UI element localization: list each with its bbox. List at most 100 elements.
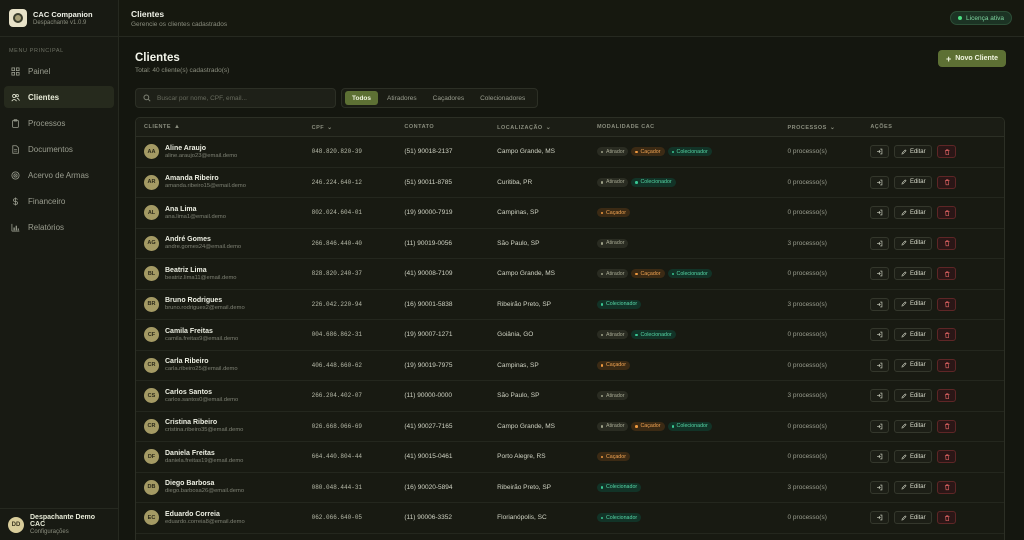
login-icon-button[interactable] bbox=[870, 267, 890, 281]
location-cell: Campinas, SP bbox=[497, 361, 539, 369]
modality-cell: Atirador bbox=[596, 238, 788, 248]
new-client-button[interactable]: + Novo Cliente bbox=[937, 50, 1006, 67]
login-icon-button[interactable] bbox=[870, 236, 890, 250]
settings-link[interactable]: Configurações bbox=[30, 529, 111, 535]
table-row[interactable]: DB Diego Barbosa diego.barbosa26@email.dem… bbox=[136, 473, 1004, 503]
sidebar-item-acervo-de-armas[interactable]: Acervo de Armas bbox=[4, 164, 114, 186]
edit-button[interactable]: Editar bbox=[894, 480, 933, 494]
delete-button[interactable] bbox=[937, 480, 957, 494]
login-icon-button[interactable] bbox=[870, 145, 890, 159]
edit-button[interactable]: Editar bbox=[894, 328, 933, 342]
sidebar-item-clientes[interactable]: Clientes bbox=[4, 86, 114, 108]
status-dot-icon bbox=[600, 333, 604, 336]
delete-button[interactable] bbox=[937, 358, 957, 372]
edit-button[interactable]: Editar bbox=[894, 175, 933, 189]
processes-cell: 3 processo(s) bbox=[787, 300, 827, 308]
edit-button[interactable]: Editar bbox=[894, 419, 933, 433]
login-icon-button[interactable] bbox=[870, 419, 890, 433]
delete-button[interactable] bbox=[937, 145, 957, 159]
table-row[interactable]: AG André Gomes andre.gomes24@email.demo 266… bbox=[136, 229, 1004, 259]
delete-button[interactable] bbox=[937, 511, 957, 525]
delete-button[interactable] bbox=[937, 297, 957, 311]
table-row[interactable]: CS Carlos Santos carlos.santos0@email.demo… bbox=[136, 381, 1004, 412]
pencil-icon bbox=[901, 484, 907, 490]
sidebar-item-label: Clientes bbox=[28, 92, 60, 102]
filter-colecionadores[interactable]: Colecionadores bbox=[473, 91, 532, 105]
login-icon-button[interactable] bbox=[870, 297, 890, 311]
delete-button[interactable] bbox=[937, 389, 957, 403]
table-row[interactable]: CR Carla Ribeiro carla.ribeiro25@email.dem… bbox=[136, 351, 1004, 381]
edit-button[interactable]: Editar bbox=[894, 206, 933, 220]
header-cpf[interactable]: CPF ⌄ bbox=[312, 124, 405, 131]
edit-button[interactable]: Editar bbox=[894, 145, 933, 159]
login-icon-button[interactable] bbox=[870, 206, 890, 220]
pencil-icon bbox=[901, 423, 907, 429]
login-icon-button[interactable] bbox=[870, 389, 890, 403]
client-cell: CS Carlos Santos carlos.santos0@email.demo bbox=[136, 388, 312, 404]
table-row[interactable]: AL Ana Lima ana.lima1@email.demo 802.024.60… bbox=[136, 198, 1004, 229]
login-icon-button[interactable] bbox=[870, 328, 890, 342]
client-name: Carla Ribeiro bbox=[165, 358, 209, 366]
edit-label: Editar bbox=[909, 514, 926, 521]
badge-label: Atirador bbox=[605, 240, 625, 247]
delete-button[interactable] bbox=[937, 267, 957, 281]
table-row[interactable]: BL Beatriz Lima beatriz.lima11@email.demo 8… bbox=[136, 259, 1004, 290]
edit-button[interactable]: Editar bbox=[894, 389, 933, 403]
pencil-icon bbox=[901, 240, 907, 246]
edit-button[interactable]: Editar bbox=[894, 511, 933, 525]
login-icon-button[interactable] bbox=[870, 450, 890, 464]
status-dot-icon bbox=[600, 425, 604, 428]
contact-cell: (16) 90001-5838 bbox=[404, 300, 453, 308]
delete-button[interactable] bbox=[937, 450, 957, 464]
client-cell: EC Eduardo Correia eduardo.correia8@email.… bbox=[136, 510, 312, 526]
delete-button[interactable] bbox=[937, 175, 957, 189]
pencil-icon bbox=[901, 179, 907, 185]
sidebar-item-documentos[interactable]: Documentos bbox=[4, 138, 114, 160]
sidebar-item-processos[interactable]: Processos bbox=[4, 112, 114, 134]
edit-button[interactable]: Editar bbox=[894, 297, 933, 311]
page-title: Clientes bbox=[135, 52, 180, 64]
edit-button[interactable]: Editar bbox=[894, 267, 933, 281]
search-box[interactable] bbox=[135, 88, 336, 108]
client-email: carla.ribeiro25@email.demo bbox=[165, 366, 238, 373]
header-processes[interactable]: PROCESSOS ⌄ bbox=[788, 124, 871, 131]
pencil-icon bbox=[901, 210, 907, 216]
contact-cell: (11) 90000-0000 bbox=[404, 392, 452, 400]
search-input[interactable] bbox=[157, 94, 327, 102]
contact-cell: (19) 90019-7975 bbox=[404, 361, 453, 369]
table-row[interactable]: DF Daniela Freitas daniela.freitas19@email… bbox=[136, 442, 1004, 473]
sidebar-item-financeiro[interactable]: Financeiro bbox=[4, 190, 114, 212]
modality-cell: Atirador Colecionador bbox=[596, 177, 788, 187]
table-row[interactable]: CR Cristina Ribeiro cristina.ribeiro35@ema… bbox=[136, 412, 1004, 442]
table-row[interactable]: AA Aline Araujo aline.araujo23@email.demo 0… bbox=[136, 137, 1004, 168]
filter-atiradores[interactable]: Atiradores bbox=[380, 91, 424, 105]
sidebar-item-painel[interactable]: Painel bbox=[4, 60, 114, 82]
login-icon-button[interactable] bbox=[870, 480, 890, 494]
table-row[interactable]: AR Amanda Ribeiro amanda.ribeiro15@email.d… bbox=[136, 168, 1004, 198]
sidebar-item-relatorios[interactable]: Relatórios bbox=[4, 216, 114, 238]
delete-button[interactable] bbox=[937, 419, 957, 433]
login-icon-button[interactable] bbox=[870, 358, 890, 372]
login-icon-button[interactable] bbox=[870, 511, 890, 525]
pencil-icon bbox=[901, 149, 907, 155]
user-profile[interactable]: DD Despachante Demo CAC Configurações bbox=[0, 508, 119, 540]
login-icon-button[interactable] bbox=[870, 175, 890, 189]
header-client[interactable]: CLIENTE ▲ bbox=[136, 124, 312, 130]
actions-cell: Editar bbox=[870, 236, 1004, 250]
badge-label: Atirador bbox=[605, 270, 625, 277]
header-location[interactable]: LOCALIZAÇÃO ⌄ bbox=[497, 124, 597, 131]
filter-todos[interactable]: Todos bbox=[345, 91, 379, 105]
delete-button[interactable] bbox=[937, 236, 957, 250]
badge-colecionador: Colecionador bbox=[667, 269, 712, 279]
edit-button[interactable]: Editar bbox=[894, 450, 933, 464]
delete-button[interactable] bbox=[937, 206, 957, 220]
edit-button[interactable]: Editar bbox=[894, 358, 933, 372]
badge-cacador: Caçador bbox=[596, 208, 630, 218]
delete-button[interactable] bbox=[937, 328, 957, 342]
filter-cacadores[interactable]: Caçadores bbox=[426, 91, 471, 105]
cpf-cell: 802.024.604-01 bbox=[311, 209, 363, 217]
table-row[interactable]: BR Bruno Rodrigues bruno.rodrigues2@email.… bbox=[136, 290, 1004, 320]
edit-button[interactable]: Editar bbox=[894, 236, 933, 250]
table-row[interactable]: CF Camila Freitas camila.freitas9@email.de… bbox=[136, 320, 1004, 351]
table-row[interactable]: EC Eduardo Correia eduardo.correia8@email.… bbox=[136, 503, 1004, 534]
